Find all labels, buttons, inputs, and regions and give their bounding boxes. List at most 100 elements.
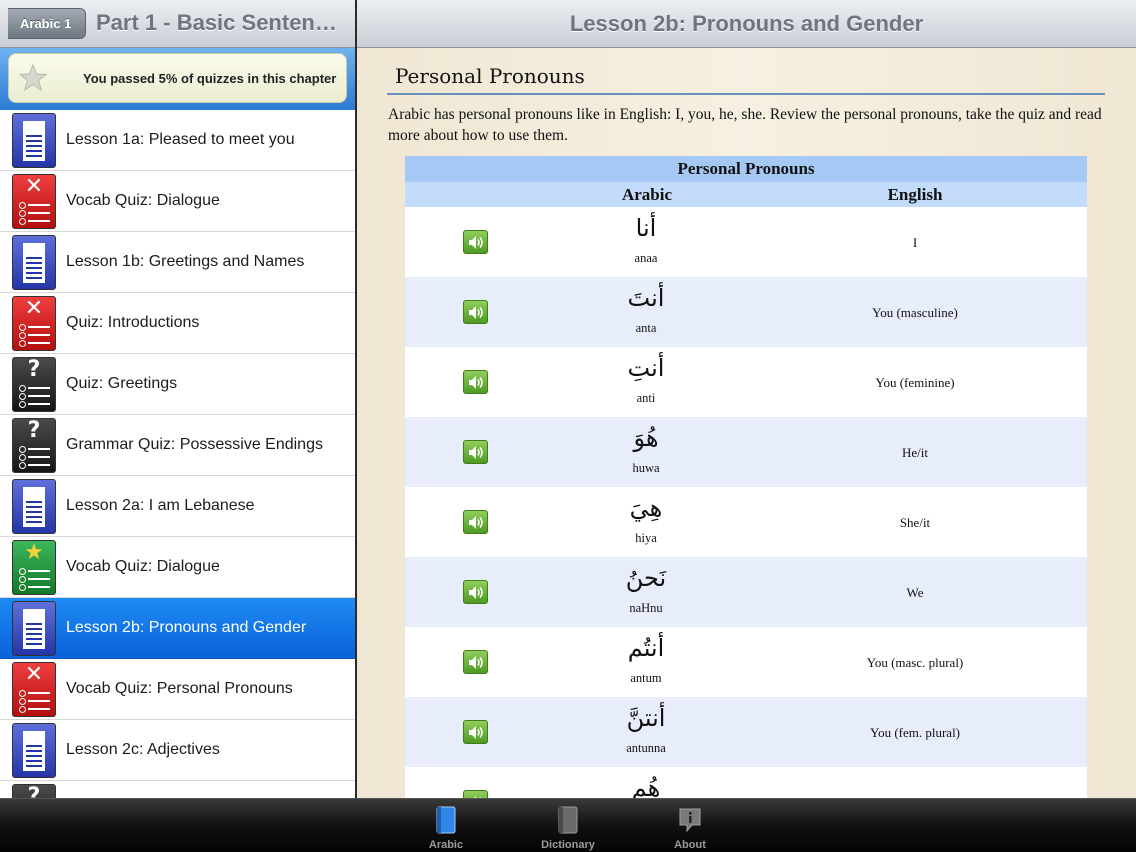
transliteration: antunna: [626, 741, 666, 755]
back-button-label: Arabic 1: [20, 16, 72, 31]
lesson-list-item-label: Vocab Quiz: Dialogue: [66, 558, 220, 575]
english-meaning: You (masc. plural): [866, 655, 964, 670]
speaker-icon[interactable]: [463, 370, 488, 394]
speaker-icon[interactable]: [463, 230, 488, 254]
lesson-list-item[interactable]: ★ Vocab Quiz: Dialogue: [0, 537, 355, 598]
lesson-list-item[interactable]: ✕ Quiz: Introductions: [0, 293, 355, 354]
speaker-icon[interactable]: [463, 650, 488, 674]
speaker-icon[interactable]: [463, 790, 488, 798]
table-row: هُم: [405, 767, 1087, 798]
lesson-list-item[interactable]: ? Grammar Quiz: Possessive Endings: [0, 415, 355, 476]
back-button[interactable]: Arabic 1: [8, 8, 86, 39]
lesson-list-item-label: Vocab Quiz: Personal Pronouns: [66, 680, 293, 697]
table-row: أنتَ anta You (masculine): [405, 277, 1087, 347]
lesson-list-item-label: Quiz: Greetings: [66, 375, 178, 392]
column-header-arabic: Arabic: [621, 185, 673, 204]
lesson-page-icon: [12, 113, 56, 168]
lesson-list-item[interactable]: ✕ Vocab Quiz: Dialogue: [0, 171, 355, 232]
table-row: هُوَ huwa He/it: [405, 417, 1087, 487]
intro-paragraph: Arabic has personal pronouns like in Eng…: [388, 106, 1102, 144]
table-row: أنا anaa I: [405, 207, 1087, 277]
speaker-icon[interactable]: [463, 720, 488, 744]
speaker-icon[interactable]: [463, 510, 488, 534]
transliteration: naHnu: [629, 601, 663, 615]
transliteration: huwa: [632, 461, 660, 475]
lesson-list: Lesson 1a: Pleased to meet you ✕ Vocab Qui…: [0, 110, 355, 798]
quiz-failed-icon: ✕: [12, 174, 56, 229]
transliteration: antum: [630, 671, 662, 685]
lesson-page-icon: [12, 601, 56, 656]
transliteration: anti: [636, 391, 656, 405]
arabic-word: هِيَ: [629, 494, 663, 522]
lesson-list-item-label: Grammar Quiz: Possessive Endings: [66, 436, 323, 453]
progress-banner-area: You passed 5% of quizzes in this chapter: [0, 48, 355, 110]
quiz-failed-icon: ✕: [12, 662, 56, 717]
section-title: Personal Pronouns: [395, 64, 585, 88]
english-meaning: He/it: [902, 445, 928, 460]
english-meaning: You (masculine): [872, 305, 958, 320]
quiz-untaken-icon: ?: [12, 784, 56, 798]
lesson-title: Lesson 2b: Pronouns and Gender: [569, 11, 924, 36]
lesson-page-icon: [12, 235, 56, 290]
quiz-passed-star-icon: ★: [12, 540, 56, 595]
lesson-list-item[interactable]: ✕ Vocab Quiz: Personal Pronouns: [0, 659, 355, 720]
tab-bar: Arabic Dictionary About: [0, 798, 1136, 852]
lesson-list-item-label: Lesson 1b: Greetings and Names: [66, 253, 305, 270]
lesson-list-item[interactable]: Lesson 2c: Adjectives: [0, 720, 355, 781]
section-divider: [387, 93, 1105, 95]
transliteration: hiya: [635, 531, 657, 545]
lesson-list-item[interactable]: Lesson 1b: Greetings and Names: [0, 232, 355, 293]
lesson-page-icon: [12, 723, 56, 778]
lesson-list-item-label: Lesson 1a: Pleased to meet you: [66, 131, 295, 148]
tab-label: Dictionary: [541, 839, 595, 851]
arabic-word: أنا: [635, 214, 657, 242]
speaker-icon[interactable]: [463, 440, 488, 464]
chapter-pane: Arabic 1 Part 1 - Basic Sentences You pa…: [0, 0, 355, 798]
info-bubble-icon: [679, 808, 701, 833]
table-row: هِيَ hiya She/it: [405, 487, 1087, 557]
lesson-list-item[interactable]: ? Quiz: Greetings: [0, 354, 355, 415]
lesson-list-item-label: Lesson 2a: I am Lebanese: [66, 497, 255, 514]
column-header-english: English: [887, 185, 943, 204]
book-gray-icon: [558, 806, 578, 834]
tab-arabic[interactable]: Arabic: [404, 802, 488, 852]
english-meaning: We: [906, 585, 924, 600]
speaker-icon[interactable]: [463, 300, 488, 324]
arabic-word: أنتنَّ: [626, 704, 666, 732]
chapter-title: Part 1 - Basic Sentences: [96, 10, 348, 35]
right-nav-bar: Lesson 2b: Pronouns and Gender: [357, 0, 1136, 48]
lesson-list-item-label: Vocab Quiz: Dialogue: [66, 192, 220, 209]
lesson-list-item[interactable]: Lesson 1a: Pleased to meet you: [0, 110, 355, 171]
table-body: أنا anaa I أنتَ anta You (masculine) أنتِ anti Y…: [405, 207, 1087, 798]
arabic-word: أنتَ: [627, 284, 665, 312]
table-caption: Personal Pronouns: [405, 156, 1087, 182]
table-row: أنتُم antum You (masc. plural): [405, 627, 1087, 697]
speaker-icon[interactable]: [463, 580, 488, 604]
progress-text: You passed 5% of quizzes in this chapter: [83, 71, 337, 86]
tab-label: Arabic: [428, 839, 464, 851]
lesson-list-item[interactable]: ?: [0, 781, 355, 798]
arabic-word: أنتِ: [627, 354, 665, 382]
book-blue-icon: [436, 806, 456, 834]
lesson-page-icon: [12, 479, 56, 534]
lesson-list-item[interactable]: Lesson 2a: I am Lebanese: [0, 476, 355, 537]
arabic-word: أنتُم: [627, 634, 665, 662]
lesson-list-item[interactable]: Lesson 2b: Pronouns and Gender: [0, 598, 355, 659]
table-row: أنتِ anti You (feminine): [405, 347, 1087, 417]
english-meaning: You (fem. plural): [869, 725, 961, 740]
pronouns-table: Personal Pronouns Arabic English أنا anaa…: [405, 156, 1087, 798]
arabic-word: هُوَ: [633, 424, 659, 452]
lesson-list-item-label: Lesson 2b: Pronouns and Gender: [66, 619, 307, 636]
progress-banner: You passed 5% of quizzes in this chapter: [8, 53, 347, 103]
lesson-content[interactable]: Personal Pronouns Arabic has personal pr…: [357, 48, 1136, 798]
table-row: نَحنُ naHnu We: [405, 557, 1087, 627]
arabic-word: نَحنُ: [625, 564, 667, 592]
table-header: Arabic English: [405, 182, 1087, 207]
tab-dictionary[interactable]: Dictionary: [526, 802, 610, 852]
english-meaning: She/it: [899, 515, 931, 530]
english-meaning: I: [912, 235, 918, 250]
table-row: أنتنَّ antunna You (fem. plural): [405, 697, 1087, 767]
arabic-word: هُم: [631, 774, 661, 798]
left-nav-bar: Arabic 1 Part 1 - Basic Sentences: [0, 0, 355, 48]
tab-about[interactable]: About: [648, 802, 732, 852]
